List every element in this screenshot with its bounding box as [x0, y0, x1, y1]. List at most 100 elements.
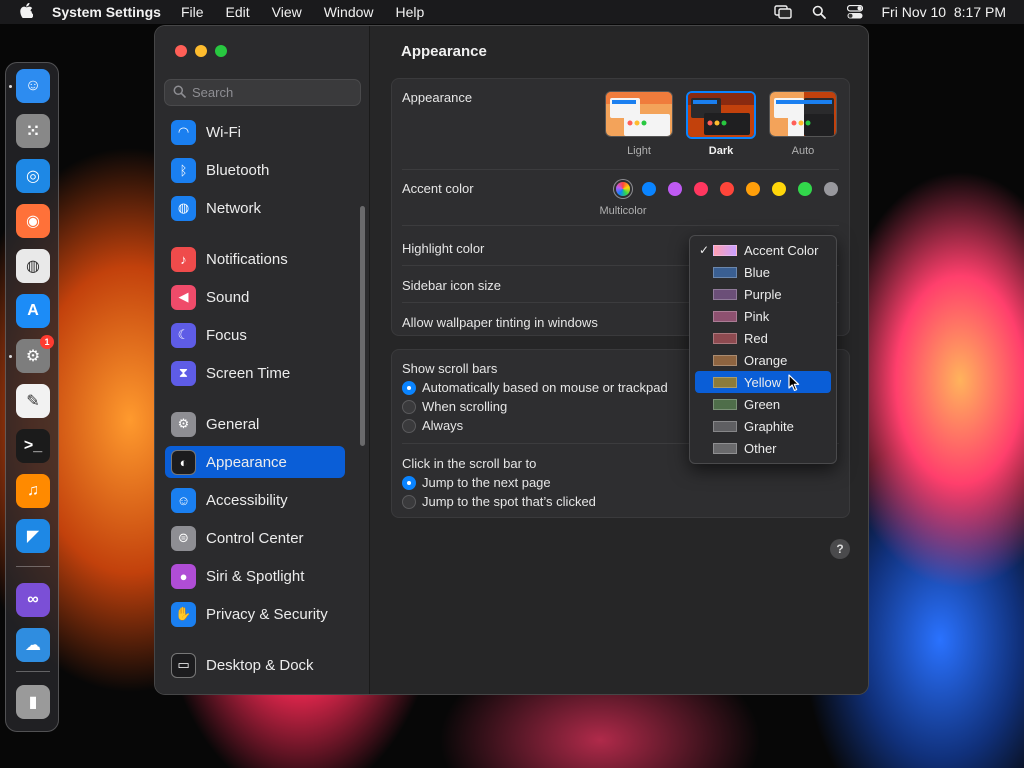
- radio-scroll-when-scrolling[interactable]: [402, 400, 416, 414]
- dock-textedit-icon[interactable]: ✎: [16, 384, 50, 418]
- app-name-menu[interactable]: System Settings: [52, 4, 161, 20]
- sidebar-item-sound[interactable]: ◀ Sound: [165, 281, 345, 313]
- sidebar-item-siri-spotlight[interactable]: ● Siri & Spotlight: [165, 560, 345, 592]
- menu-file[interactable]: File: [181, 4, 204, 20]
- dock-system-settings-icon[interactable]: ⚙ 1: [16, 335, 54, 373]
- sidebar-item-label: Accessibility: [206, 491, 288, 509]
- bell-icon: ♪: [171, 246, 196, 272]
- accent-swatch[interactable]: [746, 182, 760, 196]
- dock-launchpad-icon[interactable]: ⁙: [16, 114, 50, 148]
- appearance-dark-option[interactable]: [686, 91, 756, 139]
- accent-swatch-multicolor[interactable]: [616, 182, 630, 196]
- menu-bar-clock[interactable]: Fri Nov 10 8:17 PM: [882, 4, 1007, 20]
- search-input[interactable]: [192, 85, 352, 100]
- dock-firefox-icon[interactable]: ◉: [16, 204, 50, 238]
- accent-swatch[interactable]: [798, 182, 812, 196]
- radio-jump-next-page[interactable]: [402, 476, 416, 490]
- highlight-option-pink[interactable]: Pink: [695, 305, 831, 327]
- dock-terminal-icon[interactable]: >_: [16, 429, 50, 463]
- color-chip: [713, 420, 737, 432]
- dock-finder-icon[interactable]: ☺: [16, 69, 50, 103]
- accent-swatch[interactable]: [772, 182, 786, 196]
- radio-scroll-automatic-label: Automatically based on mouse or trackpad: [422, 380, 668, 395]
- click-scroll-bar-label: Click in the scroll bar to: [402, 456, 537, 471]
- sidebar-scrollbar[interactable]: [360, 206, 365, 446]
- highlight-option-purple[interactable]: Purple: [695, 283, 831, 305]
- appearance-auto-option[interactable]: [769, 91, 837, 137]
- close-window-button[interactable]: [175, 45, 187, 57]
- accent-swatch[interactable]: [642, 182, 656, 196]
- sidebar: ◠ Wi-Fi ᛒ Bluetooth ◍ Network ♪ Notifications ◀ S…: [155, 26, 370, 694]
- color-chip: [713, 354, 737, 366]
- sidebar-item-general[interactable]: ⚙ General: [165, 408, 345, 440]
- highlight-option-red[interactable]: Red: [695, 327, 831, 349]
- dock-safari-icon[interactable]: ◎: [16, 159, 50, 193]
- accent-swatch[interactable]: [694, 182, 708, 196]
- accent-swatch[interactable]: [668, 182, 682, 196]
- dock-vscode-icon[interactable]: ◤: [16, 519, 50, 553]
- mouse-cursor-icon: [788, 374, 800, 392]
- menu-help[interactable]: Help: [396, 4, 425, 20]
- sidebar-icon-size-label: Sidebar icon size: [402, 278, 501, 293]
- dock-chrome-icon[interactable]: ◍: [16, 249, 50, 283]
- highlight-option-graphite[interactable]: Graphite: [695, 415, 831, 437]
- sidebar-item-label: Desktop & Dock: [206, 656, 314, 674]
- dock-weather-icon[interactable]: ☁: [16, 628, 50, 662]
- help-button[interactable]: ?: [830, 539, 850, 559]
- appearance-icon: ◐: [171, 449, 196, 475]
- dock-app-store-icon[interactable]: A: [16, 294, 50, 328]
- menu-window[interactable]: Window: [324, 4, 374, 20]
- radio-jump-to-spot[interactable]: [402, 495, 416, 509]
- radio-scroll-always[interactable]: [402, 419, 416, 433]
- highlight-option-label: Accent Color: [744, 242, 819, 258]
- sidebar-item-bluetooth[interactable]: ᛒ Bluetooth: [165, 154, 345, 186]
- accent-swatch[interactable]: [824, 182, 838, 196]
- appearance-light-option[interactable]: [605, 91, 673, 137]
- sidebar-item-notifications[interactable]: ♪ Notifications: [165, 243, 345, 275]
- sidebar-item-privacy-security[interactable]: ✋ Privacy & Security: [165, 598, 345, 630]
- color-chip: [713, 442, 737, 454]
- siri-icon: ●: [171, 563, 196, 589]
- screen-mirroring-icon[interactable]: [773, 5, 792, 19]
- sidebar-item-appearance[interactable]: ◐ Appearance: [165, 446, 345, 478]
- sidebar-item-wi-fi[interactable]: ◠ Wi-Fi: [165, 116, 345, 148]
- menu-edit[interactable]: Edit: [226, 4, 250, 20]
- sidebar-item-desktop-dock[interactable]: ▭ Desktop & Dock: [165, 649, 345, 681]
- appearance-light-label: Light: [627, 145, 651, 157]
- highlight-option-orange[interactable]: Orange: [695, 349, 831, 371]
- menu-view[interactable]: View: [272, 4, 302, 20]
- sidebar-item-screen-time[interactable]: ⧗ Screen Time: [165, 357, 345, 389]
- zoom-window-button[interactable]: [215, 45, 227, 57]
- sidebar-item-label: Privacy & Security: [206, 605, 328, 623]
- sidebar-item-network[interactable]: ◍ Network: [165, 192, 345, 224]
- highlight-option-label: Green: [744, 396, 781, 412]
- highlight-option-blue[interactable]: Blue: [695, 261, 831, 283]
- highlight-option-yellow[interactable]: Yellow: [695, 371, 831, 393]
- sidebar-item-label: General: [206, 415, 260, 433]
- highlight-option-green[interactable]: Green: [695, 393, 831, 415]
- control-center-icon[interactable]: [846, 5, 864, 19]
- dock-trash-icon[interactable]: ▮: [16, 685, 50, 719]
- minimize-window-button[interactable]: [195, 45, 207, 57]
- sidebar-item-focus[interactable]: ☾ Focus: [165, 319, 345, 351]
- apple-menu-icon[interactable]: [0, 2, 52, 22]
- toggles-icon: ⊜: [171, 525, 196, 551]
- menu-bar: System Settings File Edit View Window He…: [0, 0, 1024, 24]
- divider: [402, 169, 839, 170]
- appearance-auto-label: Auto: [791, 145, 815, 157]
- sidebar-item-accessibility[interactable]: ☺ Accessibility: [165, 484, 345, 516]
- spotlight-search-icon[interactable]: [810, 5, 828, 19]
- sidebar-item-label: Appearance: [206, 453, 287, 471]
- appearance-dark-label: Dark: [708, 145, 734, 157]
- dock-visual-studio-icon[interactable]: ∞: [16, 583, 50, 617]
- radio-scroll-automatic[interactable]: [402, 381, 416, 395]
- highlight-color-label: Highlight color: [402, 241, 485, 256]
- sidebar-item-control-center[interactable]: ⊜ Control Center: [165, 522, 345, 554]
- highlight-option-label: Blue: [744, 264, 771, 280]
- highlight-option-accent-color[interactable]: ✓ Accent Color: [695, 239, 831, 261]
- page-title: Appearance: [401, 43, 487, 60]
- dock-garageband-icon[interactable]: ♫: [16, 474, 50, 508]
- highlight-option-other[interactable]: Other: [695, 437, 831, 459]
- accent-swatch[interactable]: [720, 182, 734, 196]
- search-field[interactable]: [164, 79, 361, 106]
